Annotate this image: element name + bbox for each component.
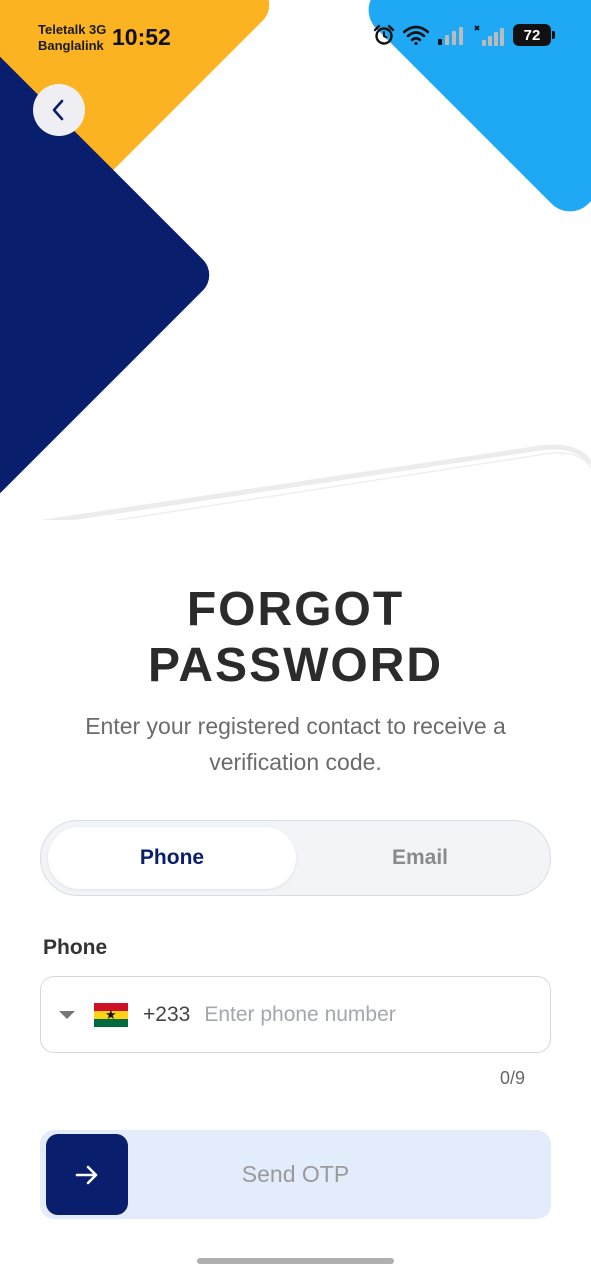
phone-input[interactable]	[204, 1002, 525, 1027]
phone-field: ★ +233	[40, 976, 551, 1053]
country-dropdown-caret-icon[interactable]	[59, 1010, 75, 1019]
page-subtitle: Enter your registered contact to receive…	[85, 713, 506, 775]
phone-field-label: Phone	[43, 936, 108, 959]
status-bar: Teletalk 3G Banglalink 10:52 72	[0, 0, 591, 70]
send-otp-arrow-button[interactable]	[46, 1134, 128, 1215]
signal-icon	[438, 27, 463, 45]
send-otp-button[interactable]: Send OTP	[40, 1130, 551, 1219]
page-title-line-2: PASSWORD	[147, 639, 444, 692]
carrier-name-2: Banglalink	[38, 38, 104, 53]
carrier-name-1: Teletalk 3G	[38, 22, 107, 37]
clock: 10:52	[112, 24, 171, 50]
status-icons: 72	[373, 24, 555, 46]
page-title-line-1: FORGOT	[186, 583, 405, 636]
carrier-names: Teletalk 3G Banglalink	[38, 22, 106, 54]
wifi-icon	[403, 25, 429, 45]
chevron-left-icon	[52, 99, 64, 121]
back-button[interactable]	[33, 84, 85, 136]
tab-email[interactable]: Email	[296, 827, 544, 889]
arrow-right-icon	[75, 1165, 98, 1184]
contact-method-tabs: Phone Email	[40, 820, 551, 896]
tab-phone[interactable]: Phone	[48, 827, 296, 889]
battery-indicator: 72	[513, 24, 555, 46]
signal-icon	[474, 25, 504, 46]
dial-code: +233	[143, 1002, 191, 1026]
ghana-flag-icon[interactable]: ★	[94, 1002, 128, 1027]
home-indicator[interactable]	[197, 1258, 394, 1264]
character-counter: 0/9	[499, 1068, 525, 1088]
alarm-icon	[373, 24, 395, 45]
